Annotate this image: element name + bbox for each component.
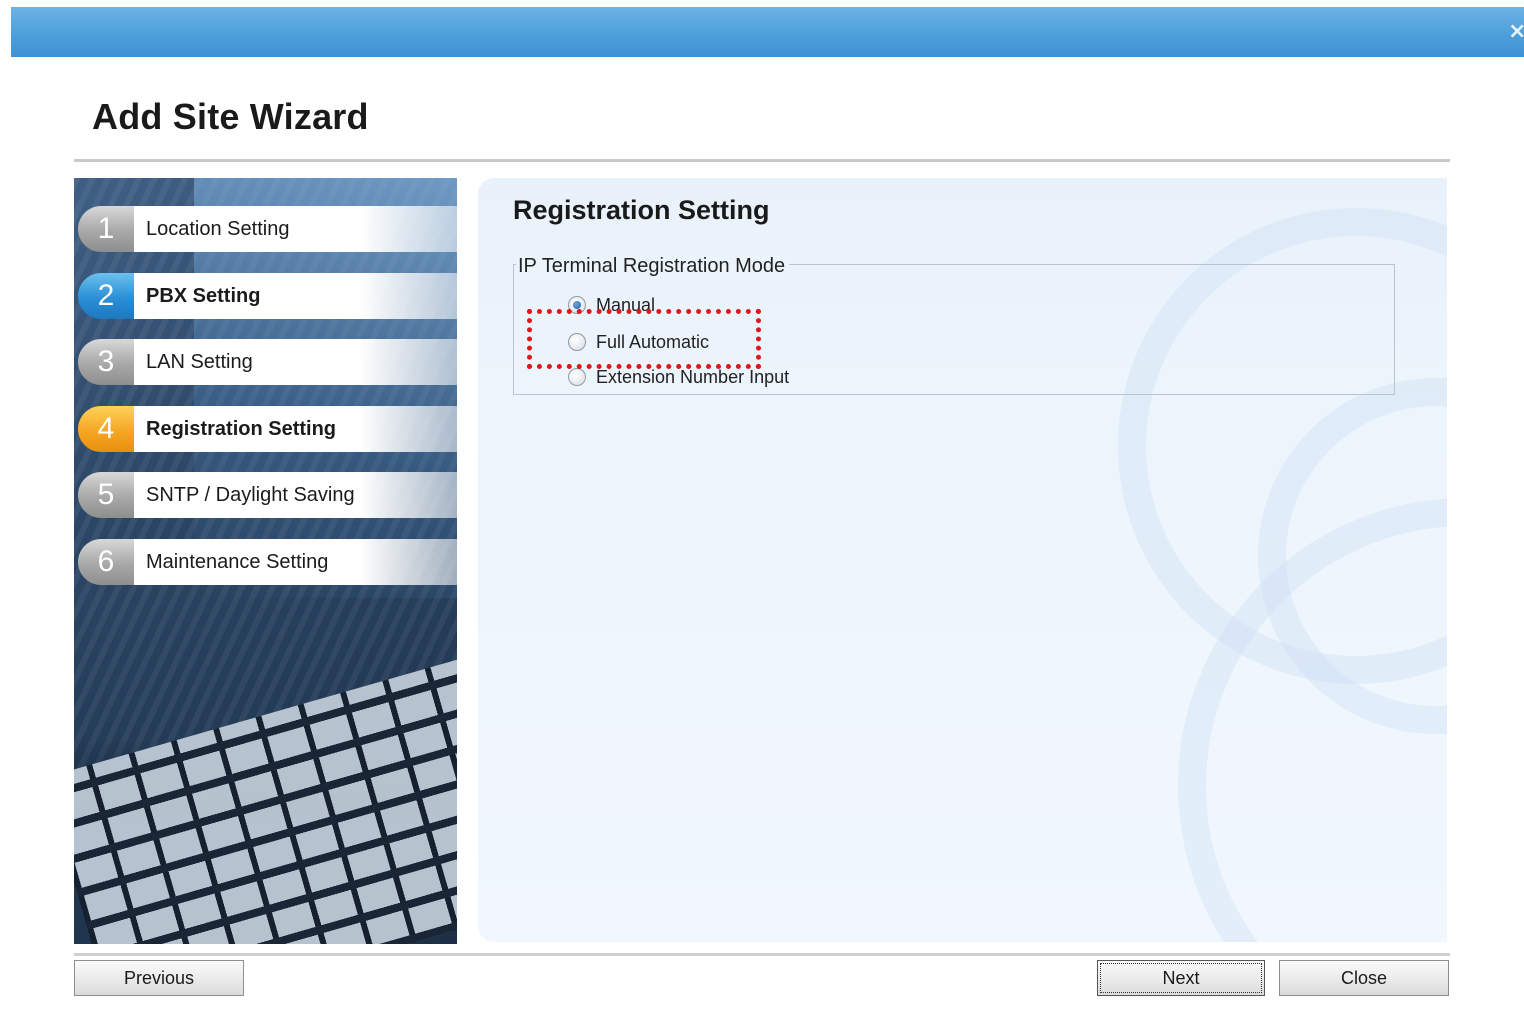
previous-button[interactable]: Previous	[74, 960, 244, 996]
header-divider	[74, 159, 1450, 162]
step-label: Registration Setting	[134, 406, 457, 452]
registration-mode-label: IP Terminal Registration Mode	[516, 255, 790, 278]
step-label: Maintenance Setting	[134, 539, 457, 585]
step-number: 3	[78, 339, 134, 385]
step-label: PBX Setting	[134, 273, 457, 319]
footer-divider	[74, 953, 1450, 956]
step-registration-setting: 4 Registration Setting	[78, 406, 457, 452]
radio-button[interactable]	[568, 368, 586, 386]
window-title-bar: ×	[11, 7, 1524, 57]
step-pbx-setting: 2 PBX Setting	[78, 273, 457, 319]
step-number: 5	[78, 472, 134, 518]
step-location-setting: 1 Location Setting	[78, 206, 457, 252]
step-label: SNTP / Daylight Saving	[134, 472, 457, 518]
step-number: 4	[78, 406, 134, 452]
wizard-steps-panel: 1 Location Setting 2 PBX Setting 3 LAN S…	[74, 178, 457, 944]
step-maintenance-setting: 6 Maintenance Setting	[78, 539, 457, 585]
close-button[interactable]: Close	[1279, 960, 1449, 996]
next-button[interactable]: Next	[1097, 960, 1265, 996]
step-label: LAN Setting	[134, 339, 457, 385]
window-close-icon[interactable]: ×	[1508, 19, 1524, 45]
step-label: Location Setting	[134, 206, 457, 252]
step-sntp-daylight-saving: 5 SNTP / Daylight Saving	[78, 472, 457, 518]
radio-option-extension-number-input[interactable]: Extension Number Input	[568, 366, 789, 388]
step-lan-setting: 3 LAN Setting	[78, 339, 457, 385]
highlight-annotation	[527, 309, 761, 369]
step-number: 6	[78, 539, 134, 585]
section-title: Registration Setting	[513, 195, 770, 225]
radio-label[interactable]: Extension Number Input	[596, 367, 789, 388]
step-number: 2	[78, 273, 134, 319]
step-number: 1	[78, 206, 134, 252]
wizard-title: Add Site Wizard	[92, 96, 369, 137]
